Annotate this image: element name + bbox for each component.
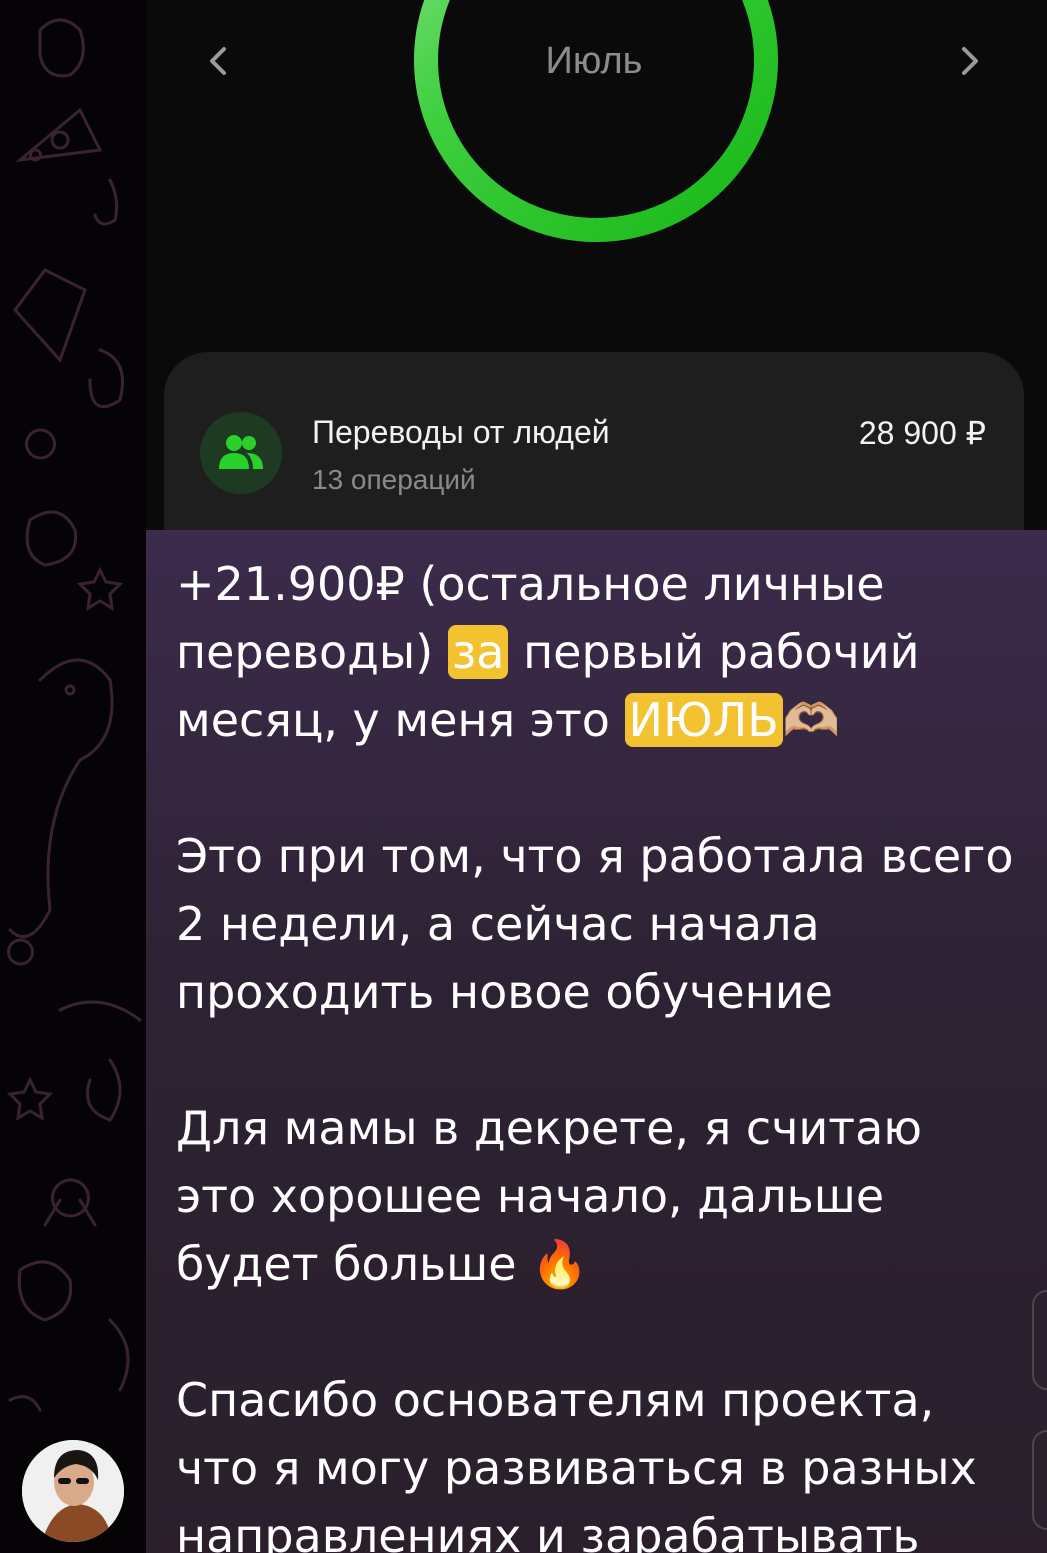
highlight-za: за bbox=[447, 625, 509, 679]
highlight-month: ИЮЛЬ bbox=[624, 693, 783, 747]
bank-screenshot-photo[interactable]: Июль Переводы от людей 13 операций 28 90… bbox=[146, 0, 1047, 530]
people-icon bbox=[200, 412, 282, 494]
message-text: +21.900₽ (остальное личные переводы) за … bbox=[176, 550, 1016, 1553]
message-paragraph-1: +21.900₽ (остальное личные переводы) за … bbox=[176, 550, 1016, 754]
month-label: Июль bbox=[545, 40, 643, 82]
category-amount: 28 900 ₽ bbox=[858, 415, 986, 451]
message-paragraph-3: Для мамы в декрете, я считаю это хорошее… bbox=[176, 1094, 1016, 1298]
category-operations-count: 13 операций bbox=[312, 464, 476, 495]
chat-wallpaper bbox=[0, 0, 150, 1553]
heart-hands-emoji: 🫶🏼 bbox=[782, 693, 841, 747]
category-card-transfers[interactable]: Переводы от людей 13 операций 28 900 ₽ bbox=[164, 352, 1024, 530]
side-action-button[interactable] bbox=[1032, 1290, 1047, 1390]
chevron-right-icon[interactable] bbox=[950, 36, 990, 86]
sender-avatar[interactable] bbox=[22, 1440, 124, 1542]
wallpaper-doodles bbox=[6, 18, 142, 1412]
category-title: Переводы от людей bbox=[312, 414, 610, 450]
side-action-button[interactable] bbox=[1032, 1430, 1047, 1530]
month-progress-ring bbox=[414, 0, 778, 242]
chevron-left-icon[interactable] bbox=[198, 36, 238, 86]
message-paragraph-2: Это при том, что я работала всего 2 неде… bbox=[176, 829, 1029, 1019]
message-bubble[interactable]: +21.900₽ (остальное личные переводы) за … bbox=[146, 530, 1047, 1553]
message-paragraph-4: Спасибо основателям проекта, что я могу … bbox=[176, 1373, 992, 1553]
fire-emoji: 🔥 bbox=[531, 1237, 589, 1291]
